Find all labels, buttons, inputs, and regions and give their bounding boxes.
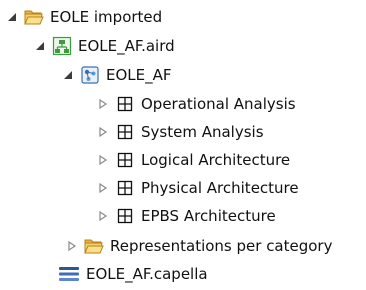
package-icon <box>115 178 135 198</box>
tree-item-label: Representations per category <box>110 237 333 255</box>
expanded-triangle-icon[interactable] <box>62 69 74 81</box>
tree-item-label: EPBS Architecture <box>141 207 276 225</box>
tree-item-label: System Analysis <box>141 123 264 141</box>
folder-open-icon <box>24 7 44 27</box>
collapsed-triangle-icon[interactable] <box>97 126 109 138</box>
collapsed-triangle-icon[interactable] <box>97 182 109 194</box>
expanded-triangle-icon[interactable] <box>6 11 18 23</box>
tree-item-label: EOLE_AF.capella <box>86 265 208 283</box>
project-explorer-tree: EOLE imported EOLE_AF.aird EOLE_AF Opera… <box>0 0 366 290</box>
tree-item-label: Logical Architecture <box>141 151 291 169</box>
tree-item-label: Physical Architecture <box>141 179 299 197</box>
aird-diagram-file-icon <box>52 36 72 56</box>
tree-item-logical-architecture[interactable]: Logical Architecture <box>97 146 290 174</box>
package-icon <box>115 122 135 142</box>
tree-item-representations-per-category[interactable]: Representations per category <box>66 232 332 260</box>
package-icon <box>115 94 135 114</box>
expanded-triangle-icon[interactable] <box>34 40 46 52</box>
tree-item-operational-analysis[interactable]: Operational Analysis <box>97 90 296 118</box>
tree-item-aird-file[interactable]: EOLE_AF.aird <box>34 32 175 60</box>
tree-item-epbs-architecture[interactable]: EPBS Architecture <box>97 202 276 230</box>
capella-model-file-icon <box>58 264 80 284</box>
tree-item-system-analysis[interactable]: System Analysis <box>97 118 264 146</box>
package-icon <box>115 206 135 226</box>
collapsed-triangle-icon[interactable] <box>97 210 109 222</box>
tree-item-physical-architecture[interactable]: Physical Architecture <box>97 174 299 202</box>
tree-item-label: EOLE_AF.aird <box>78 37 175 55</box>
tree-item-label: EOLE imported <box>50 8 163 26</box>
tree-item-project[interactable]: EOLE_AF <box>62 61 172 89</box>
collapsed-triangle-icon[interactable] <box>66 240 78 252</box>
tree-item-label: Operational Analysis <box>141 95 296 113</box>
collapsed-triangle-icon[interactable] <box>97 154 109 166</box>
capella-project-icon <box>80 65 100 85</box>
folder-open-icon <box>84 236 104 256</box>
tree-item-capella-file[interactable]: EOLE_AF.capella <box>58 260 208 288</box>
package-icon <box>115 150 135 170</box>
tree-item-label: EOLE_AF <box>106 66 172 84</box>
collapsed-triangle-icon[interactable] <box>97 98 109 110</box>
tree-item-eole-imported[interactable]: EOLE imported <box>6 3 162 31</box>
